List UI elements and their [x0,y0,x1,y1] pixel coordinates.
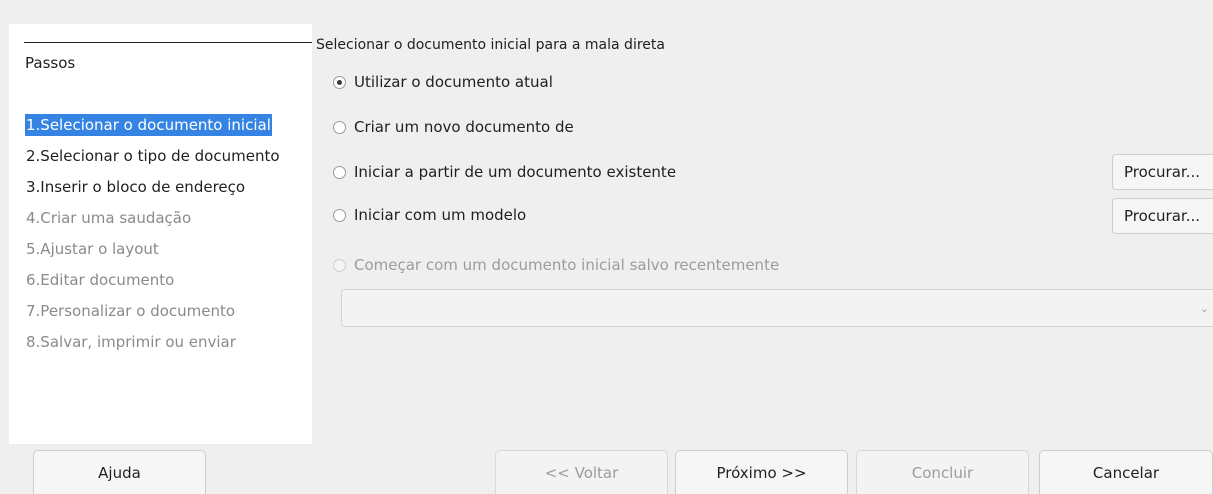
chevron-down-icon: ⌄ [1199,302,1209,315]
browse-existing-button[interactable]: Procurar... [1112,154,1213,190]
radio-label: Iniciar com um modelo [354,206,527,224]
radio-button[interactable] [333,120,346,134]
radio-create-new-document[interactable]: Criar um novo documento de [333,116,574,138]
radio-label: Começar com um documento inicial salvo r… [354,256,780,274]
step-adjust-layout: 5.Ajustar o layout [26,240,159,258]
steps-divider [24,42,312,43]
step-create-salutation: 4.Criar uma saudação [26,209,192,227]
radio-button[interactable] [333,165,346,179]
radio-start-recent-document: Começar com um documento inicial salvo r… [333,254,779,276]
radio-button[interactable] [333,208,346,222]
radio-label: Iniciar a partir de um documento existen… [354,163,677,181]
back-button: << Voltar [495,450,668,494]
steps-panel: Passos 1.Selecionar o documento inicial … [9,24,312,444]
page-title: Selecionar o documento inicial para a ma… [316,37,665,53]
radio-start-existing-document[interactable]: Iniciar a partir de um documento existen… [333,161,676,183]
step-edit-document: 6.Editar documento [26,271,175,289]
radio-label: Criar um novo documento de [354,118,574,136]
radio-button-checked[interactable] [333,75,346,89]
step-select-start-document[interactable]: 1.Selecionar o documento inicial [25,114,281,145]
steps-title: Passos [25,54,76,72]
radio-use-current-document[interactable]: Utilizar o documento atual [333,71,553,93]
help-button[interactable]: Ajuda [33,450,206,494]
step-personalize-document: 7.Personalizar o documento [26,302,236,320]
step-insert-address-block[interactable]: 3.Inserir o bloco de endereço [25,176,281,207]
finish-button: Concluir [856,450,1029,494]
radio-button-disabled [333,258,346,272]
step-select-document-type[interactable]: 2.Selecionar o tipo de documento [25,145,281,176]
radio-label: Utilizar o documento atual [354,73,553,91]
recent-documents-dropdown: ⌄ [341,289,1213,327]
radio-start-template[interactable]: Iniciar com um modelo [333,204,526,226]
steps-list: 1.Selecionar o documento inicial 2.Selec… [25,114,281,362]
step-save-print-send: 8.Salvar, imprimir ou enviar [26,333,236,351]
browse-template-button[interactable]: Procurar... [1112,198,1213,234]
cancel-button[interactable]: Cancelar [1039,450,1213,494]
next-button[interactable]: Próximo >> [675,450,848,494]
